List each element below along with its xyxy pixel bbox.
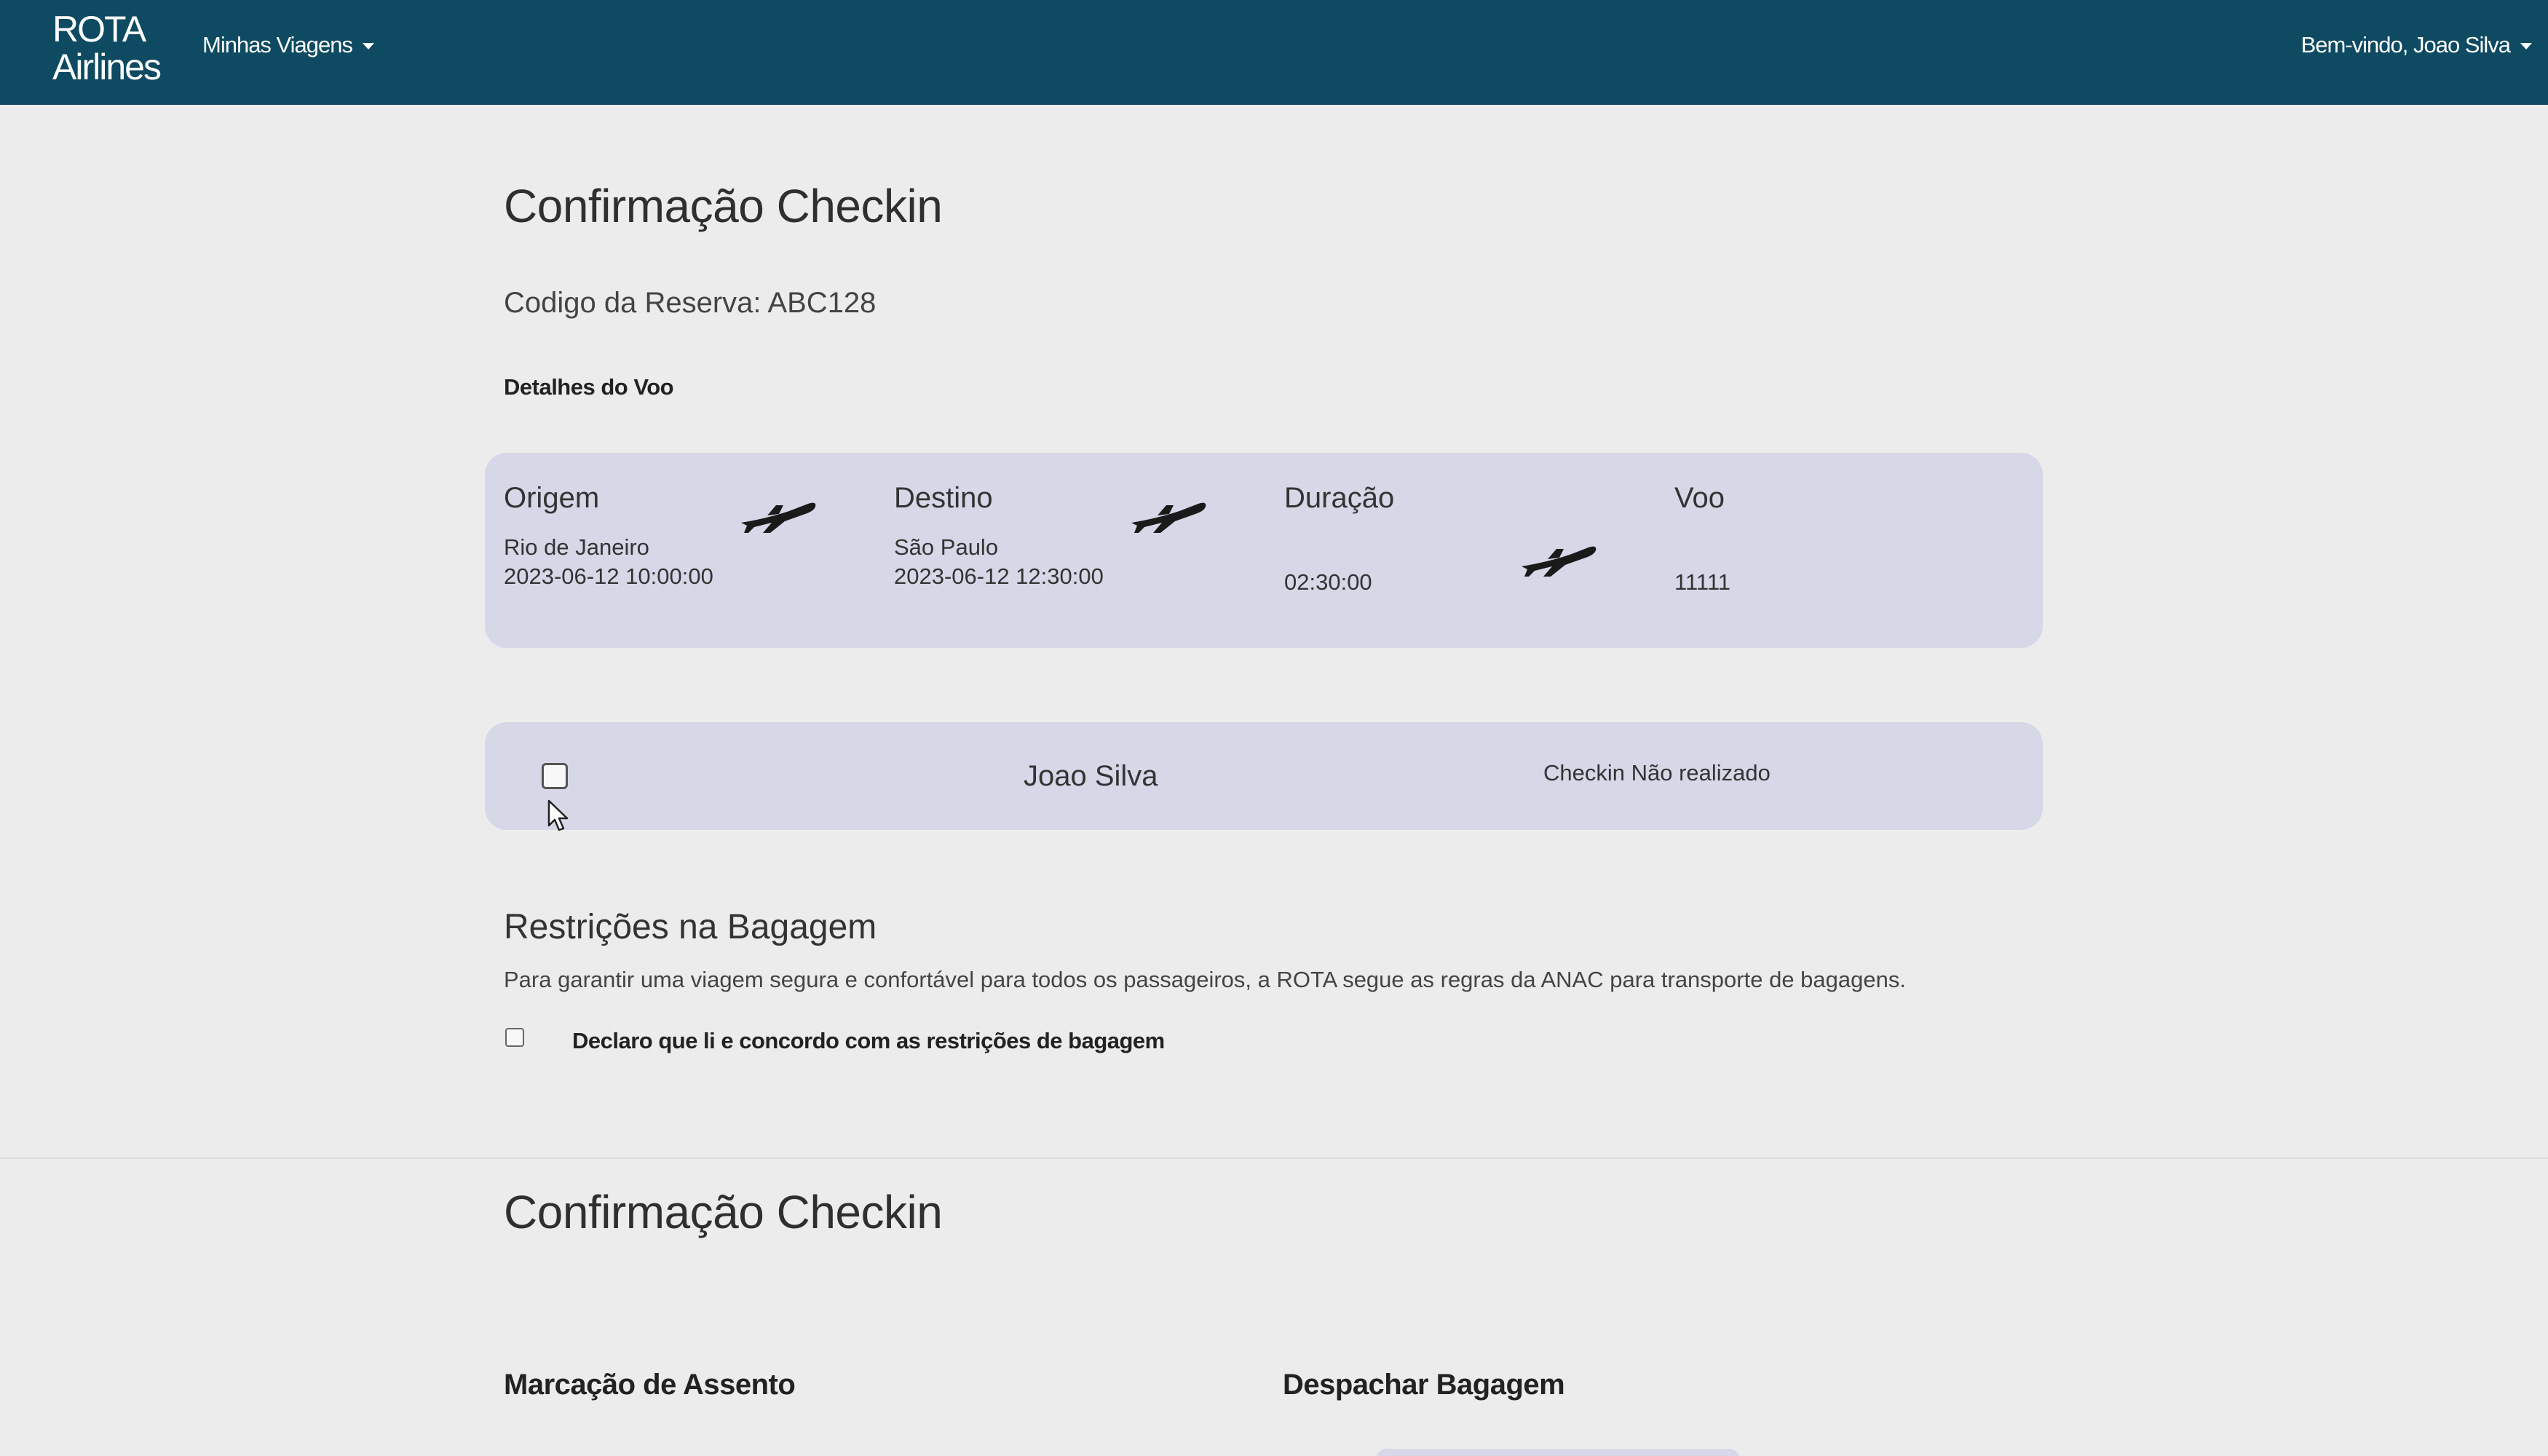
section-divider <box>0 1158 2548 1159</box>
duration-label: Duração <box>1284 482 1395 514</box>
baggage-restrictions-text: Para garantir uma viagem segura e confor… <box>504 967 1906 992</box>
dispatch-baggage-card[interactable] <box>1376 1449 1740 1456</box>
reservation-code: Codigo da Reserva: ABC128 <box>504 287 877 319</box>
page-title: Confirmação Checkin <box>504 180 943 232</box>
checkin-status: Checkin Não realizado <box>1543 760 1770 786</box>
flight-label: Voo <box>1674 482 1725 514</box>
user-greeting: Bem-vindo, Joao Silva <box>2300 32 2511 58</box>
baggage-agree-label[interactable]: Declaro que li e concordo com as restriç… <box>572 1028 1165 1054</box>
airplane-icon <box>1522 546 1597 577</box>
airplane-icon <box>1131 502 1206 533</box>
passenger-checkbox[interactable] <box>542 763 568 789</box>
my-trips-label: Minhas Viagens <box>202 32 353 58</box>
dispatch-baggage-heading: Despachar Bagagem <box>1283 1369 1565 1401</box>
brand-line-1: ROTA <box>52 9 146 50</box>
duration-value: 02:30:00 <box>1284 569 1372 595</box>
top-navbar: ROTA Airlines Minhas Viagens Bem-vindo, … <box>0 0 2548 105</box>
baggage-agree-checkbox[interactable] <box>505 1028 524 1047</box>
airplane-icon <box>741 502 816 533</box>
flight-details-card: Origem Rio de Janeiro 2023-06-12 10:00:0… <box>485 453 2043 648</box>
section-title: Confirmação Checkin <box>504 1186 943 1238</box>
passenger-card: Joao Silva Checkin Não realizado <box>485 722 2043 830</box>
my-trips-dropdown[interactable]: Minhas Viagens <box>202 32 375 58</box>
destination-city: São Paulo <box>894 534 999 560</box>
brand-line-2: Airlines <box>52 47 162 87</box>
passenger-name: Joao Silva <box>1024 760 1158 792</box>
caret-down-icon <box>363 43 375 50</box>
origin-city: Rio de Janeiro <box>504 534 649 560</box>
origin-label: Origem <box>504 482 600 514</box>
flight-details-heading: Detalhes do Voo <box>504 374 674 400</box>
user-dropdown[interactable]: Bem-vindo, Joao Silva <box>2301 32 2532 58</box>
baggage-restrictions-title: Restrições na Bagagem <box>504 908 877 946</box>
mouse-cursor-icon <box>547 799 569 831</box>
flight-number: 11111 <box>1674 569 1731 595</box>
destination-datetime: 2023-06-12 12:30:00 <box>894 563 1104 589</box>
seat-selection-heading: Marcação de Assento <box>504 1369 796 1401</box>
destination-label: Destino <box>894 482 993 514</box>
caret-down-icon <box>2520 43 2532 50</box>
brand-logo[interactable]: ROTA Airlines <box>52 9 162 87</box>
origin-datetime: 2023-06-12 10:00:00 <box>504 563 713 589</box>
